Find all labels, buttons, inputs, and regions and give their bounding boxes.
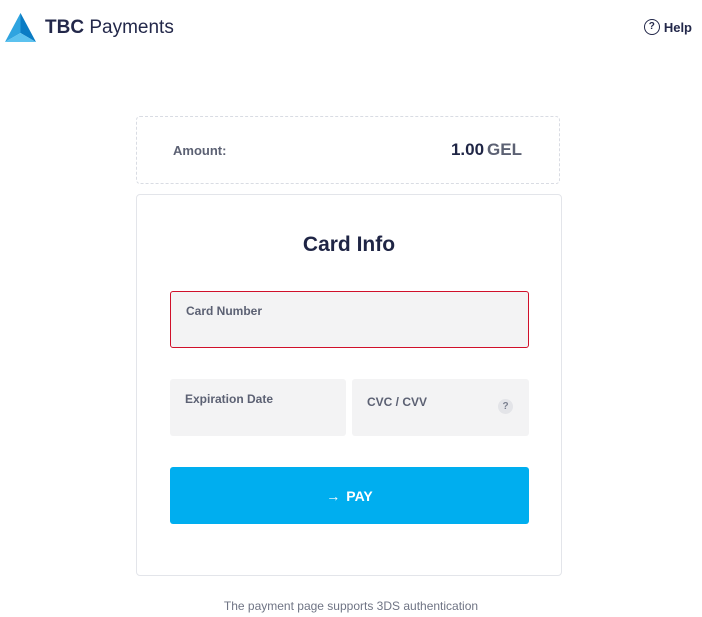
help-label: Help [663,19,692,35]
card-info-title: Card Info [302,233,396,256]
tbc-logo-icon [5,13,36,42]
card-number-label: Card Number [186,304,263,318]
header: TBC Payments ? Help [0,0,702,56]
brand-name-rest: Payments [89,17,174,38]
pay-button[interactable]: → PAY [170,467,529,524]
help-link[interactable]: ? Help [643,19,692,35]
amount-summary: Amount: 1.00 GEL [136,116,560,184]
expiration-date-label: Expiration Date [185,392,274,406]
expiration-date-field[interactable]: Expiration Date [170,379,346,436]
brand-name-bold: TBC [45,17,85,38]
amount-number: 1.00 [450,140,485,159]
pay-button-label: PAY [346,487,373,504]
cvc-help-icon[interactable]: ? [498,399,513,414]
card-info-panel: Card Info Card Number Expiration Date CV… [136,194,562,576]
card-number-input[interactable] [186,321,440,339]
cvc-label: CVC / CVV [367,395,428,409]
cvc-input[interactable] [367,410,469,428]
brand-name: TBC Payments [45,11,174,44]
brand-logo[interactable]: TBC Payments [4,11,174,44]
question-circle-icon: ? [643,19,660,35]
amount-label: Amount: [173,143,227,158]
cvc-field[interactable]: CVC / CVV ? [352,379,529,436]
amount-value: 1.00 GEL [451,140,522,160]
arrow-right-icon: → [326,487,341,504]
card-number-field[interactable]: Card Number [170,291,529,348]
3ds-note: The payment page supports 3DS authentica… [223,599,479,613]
amount-currency: GEL [487,140,522,159]
expiration-date-input[interactable] [185,410,313,428]
